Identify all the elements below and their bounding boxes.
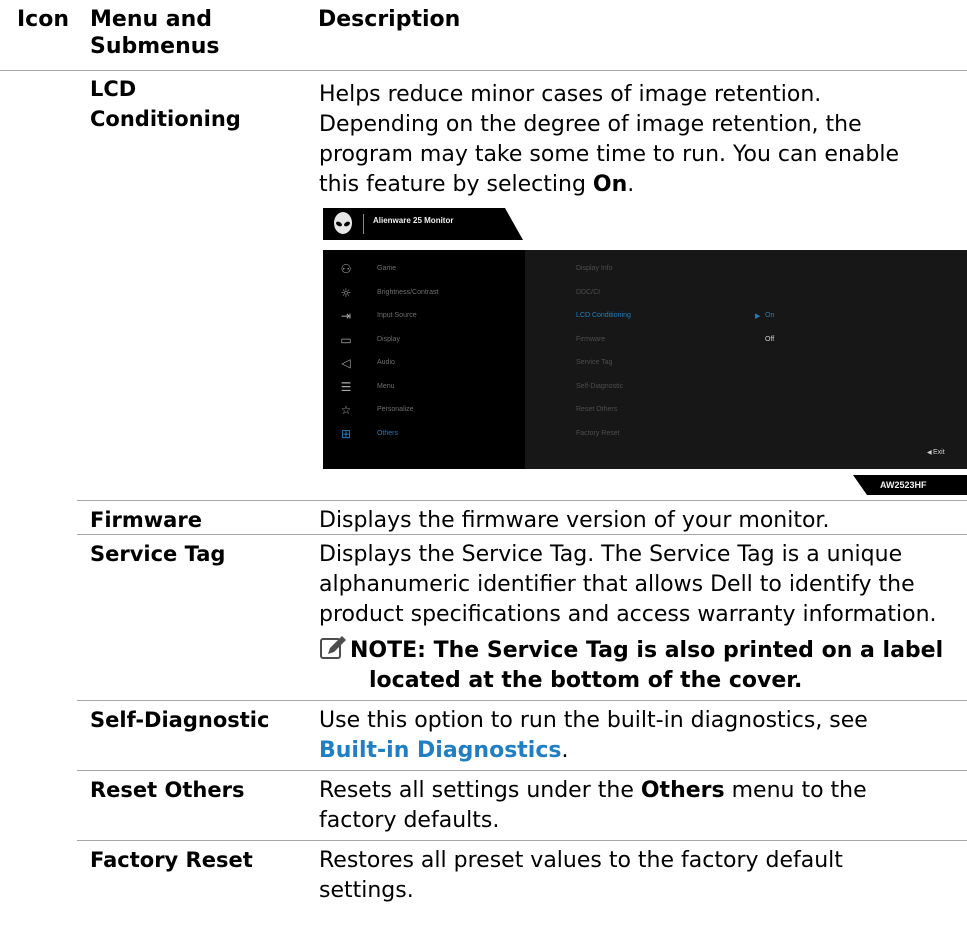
osd-main-menu: ⚇ Game ☼ Brightness/Contrast ⇥ Input Sou… — [323, 250, 525, 469]
header-rule — [0, 70, 967, 71]
note-icon — [320, 636, 346, 659]
osd-option-on[interactable]: On — [765, 309, 774, 323]
exit-arrow-icon: ◀ — [927, 449, 932, 456]
game-icon: ⚇ — [340, 262, 352, 276]
row-rule — [77, 840, 967, 841]
built-in-diagnostics-link[interactable]: Built-in Diagnostics — [319, 738, 561, 763]
osd-sub-ddc-ci[interactable]: DDC/CI — [576, 286, 600, 300]
row-rule — [77, 770, 967, 771]
osd-item-brightness[interactable]: ☼ Brightness/Contrast — [323, 281, 525, 305]
others-icon: ⊞ — [340, 427, 352, 441]
service-tag-desc-line2: alphanumeric identifier that allows Dell… — [319, 572, 915, 597]
lcd-name-line2: Conditioning — [90, 107, 241, 131]
reset-others-desc-line2: factory defaults. — [319, 808, 500, 833]
osd-title: Alienware 25 Monitor — [373, 216, 454, 225]
service-tag-desc-line1: Displays the Service Tag. The Service Ta… — [319, 542, 903, 567]
selected-arrow-icon: ▶ — [755, 312, 761, 320]
lcd-desc-line1: Helps reduce minor cases of image retent… — [319, 82, 822, 107]
reset-others-desc-line1: Resets all settings under the Others men… — [319, 778, 867, 803]
osd-item-label: Game — [377, 265, 397, 272]
row-rule — [77, 500, 967, 501]
osd-item-menu[interactable]: ☰ Menu — [323, 375, 525, 399]
factory-reset-desc-line1: Restores all preset values to the factor… — [319, 848, 843, 873]
header-menu-line1: Menu and — [90, 7, 213, 32]
osd-exit[interactable]: Exit — [933, 447, 945, 459]
osd-item-input-source[interactable]: ⇥ Input Source — [323, 304, 525, 328]
osd-sub-service-tag[interactable]: Service Tag — [576, 356, 612, 370]
osd-sub-factory-reset[interactable]: Factory Reset — [576, 427, 620, 441]
osd-item-label: Personalize — [377, 406, 414, 413]
osd-item-label: Menu — [377, 383, 395, 390]
osd-item-personalize[interactable]: ☆ Personalize — [323, 398, 525, 422]
lcd-name-line1: LCD — [90, 77, 137, 101]
service-tag-name: Service Tag — [90, 542, 226, 566]
osd-sub-display-info[interactable]: Display Info — [576, 262, 613, 276]
osd-sub-reset-others[interactable]: Reset Others — [576, 403, 617, 417]
osd-sub-lcd-conditioning[interactable]: LCD Conditioning — [576, 309, 631, 323]
osd-item-label: Display — [377, 336, 400, 343]
osd-item-audio[interactable]: ◁ Audio — [323, 351, 525, 375]
firmware-desc: Displays the firmware version of your mo… — [319, 508, 830, 533]
header-description: Description — [318, 7, 461, 32]
osd-sub-firmware[interactable]: Firmware — [576, 333, 605, 347]
star-icon: ☆ — [340, 403, 352, 417]
factory-reset-name: Factory Reset — [90, 848, 253, 872]
lcd-desc-line4: this feature by selecting On. — [319, 172, 635, 197]
alienware-logo — [334, 212, 352, 234]
osd-option-off[interactable]: Off — [765, 333, 774, 347]
osd-item-label: Others — [377, 430, 399, 437]
display-icon: ▭ — [340, 333, 352, 347]
firmware-name: Firmware — [90, 508, 202, 532]
row-rule — [77, 534, 967, 535]
self-diagnostic-name: Self-Diagnostic — [90, 708, 270, 732]
self-diagnostic-desc: Use this option to run the built-in diag… — [319, 708, 868, 733]
osd-item-label: Audio — [377, 359, 395, 366]
header-icon: Icon — [17, 7, 70, 32]
osd-item-display[interactable]: ▭ Display — [323, 328, 525, 352]
osd-sub-self-diagnostic[interactable]: Self-Diagnostic — [576, 380, 623, 394]
audio-icon: ◁ — [341, 356, 351, 370]
factory-reset-desc-line2: settings. — [319, 878, 414, 903]
osd-item-label: Input Source — [377, 312, 417, 319]
lcd-desc-line3: program may take some time to run. You c… — [319, 142, 899, 167]
osd-item-game[interactable]: ⚇ Game — [323, 257, 525, 281]
service-tag-desc-line3: product specifications and access warran… — [319, 602, 937, 627]
self-diagnostic-desc-line2: Built-in Diagnostics. — [319, 738, 569, 763]
reset-others-name: Reset Others — [90, 778, 245, 802]
note-line2: located at the bottom of the cover. — [369, 668, 803, 693]
note-line1: NOTE: The Service Tag is also printed on… — [350, 638, 944, 663]
osd-panel: ⚇ Game ☼ Brightness/Contrast ⇥ Input Sou… — [323, 250, 967, 469]
row-rule — [77, 700, 967, 701]
brightness-icon: ☼ — [340, 286, 352, 300]
menu-icon: ☰ — [340, 380, 352, 394]
lcd-desc-line2: Depending on the degree of image retenti… — [319, 112, 862, 137]
input-source-icon: ⇥ — [340, 309, 352, 323]
osd-item-label: Brightness/Contrast — [377, 289, 439, 296]
header-menu-line2: Submenus — [90, 34, 220, 59]
osd-item-others[interactable]: ⊞ Others — [323, 422, 525, 446]
model-tag: AW2523HF — [880, 480, 927, 490]
